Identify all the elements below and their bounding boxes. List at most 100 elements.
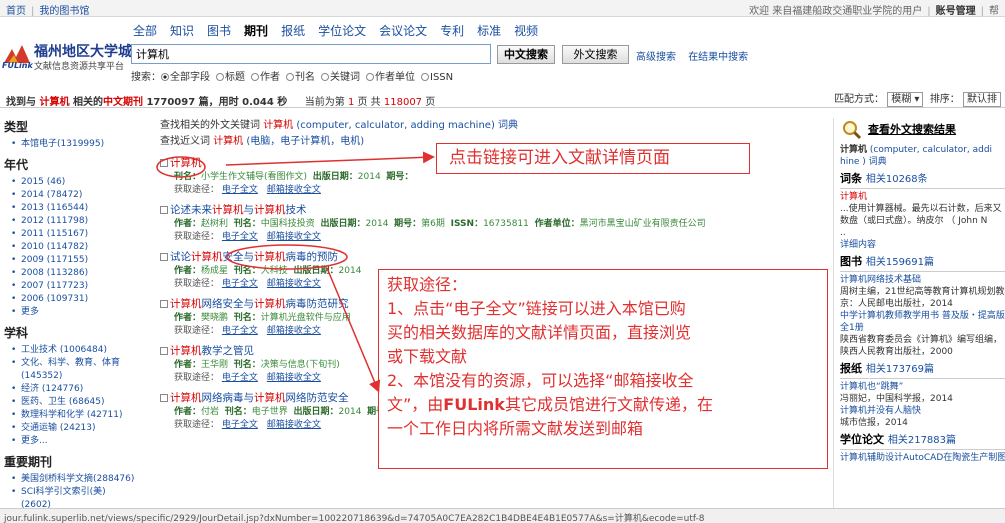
result-title[interactable]: 试论计算机安全与计算机病毒的预防: [160, 250, 820, 265]
match-select[interactable]: 模糊 ▾: [887, 91, 924, 107]
dict-link[interactable]: 词典: [498, 120, 518, 131]
radio-field-6[interactable]: ISSN: [421, 72, 453, 83]
fulltext-link[interactable]: 电子全文: [222, 185, 258, 195]
sort-controls: 匹配方式： 模糊 ▾ 排序： 默认排: [834, 90, 1001, 107]
fulltext-link[interactable]: 电子全文: [222, 326, 258, 336]
facet-subject-item-2[interactable]: 经济 (124776): [8, 383, 135, 396]
facet-year-item-3[interactable]: 2012 (111798): [8, 215, 135, 228]
foreign-result-header[interactable]: 查看外文搜索结果: [842, 120, 1005, 140]
site-logo[interactable]: 福州地区大学城 文献信息资源共享平台 FULink: [2, 40, 132, 72]
facet-core-item-0[interactable]: 美国剑桥科学文摘(288476): [8, 473, 135, 486]
account-link[interactable]: 账号管理: [936, 6, 976, 17]
facet-type-list: 本馆电子(1319995): [8, 138, 135, 151]
email-fulltext-link[interactable]: 邮箱接收全文: [267, 279, 321, 289]
my-library-link[interactable]: 我的图书馆: [39, 6, 89, 17]
channel-tab-9[interactable]: 视频: [514, 24, 538, 38]
right-panel: 查看外文搜索结果 计算机 (computer, calculator, addi…: [833, 118, 1005, 523]
advanced-search-link[interactable]: 高级搜索: [636, 52, 676, 63]
magnifier-icon: [843, 121, 862, 140]
welcome-text: 欢迎 来自福建船政交通职业学院的用户: [749, 6, 923, 17]
fulltext-link[interactable]: 电子全文: [222, 373, 258, 383]
facet-year-item-1[interactable]: 2014 (78472): [8, 189, 135, 202]
result-title[interactable]: 论述未来计算机与计算机技术: [160, 203, 820, 218]
search-input[interactable]: [131, 44, 491, 64]
email-fulltext-link[interactable]: 邮箱接收全文: [267, 420, 321, 430]
radio-field-3[interactable]: 刊名: [286, 68, 315, 83]
facet-subject-item-3[interactable]: 医药、卫生 (68645): [8, 396, 135, 409]
channel-tab-8[interactable]: 标准: [477, 24, 501, 38]
facet-type-item-0[interactable]: 本馆电子(1319995): [8, 138, 135, 151]
top-links: 首页 | 我的图书馆: [6, 6, 90, 17]
email-fulltext-link[interactable]: 邮箱接收全文: [267, 326, 321, 336]
search-links: 高级搜索 在结果中搜索: [636, 48, 757, 63]
facet-subject-item-4[interactable]: 数理科学和化学 (42711): [8, 409, 135, 422]
facet-year-item-2[interactable]: 2013 (116544): [8, 202, 135, 215]
radio-field-4[interactable]: 关键词: [321, 68, 360, 83]
email-fulltext-link[interactable]: 邮箱接收全文: [267, 232, 321, 242]
entry-section-title: 词条 相关10268条: [840, 172, 928, 186]
fulltext-link[interactable]: 电子全文: [222, 420, 258, 430]
result-summary: 找到与 计算机 相关的中文期刊 1770097 篇，用时 0.044 秒 当前为…: [6, 97, 436, 108]
radio-field-2[interactable]: 作者: [251, 68, 280, 83]
channel-tab-3[interactable]: 期刊: [244, 24, 268, 38]
result-access: 获取途径： 电子全文 邮箱接收全文: [174, 185, 321, 195]
facet-year-item-4[interactable]: 2011 (115167): [8, 228, 135, 241]
facet-subject-item-5[interactable]: 交通运输 (24213): [8, 422, 135, 435]
radio-field-1[interactable]: 标题: [216, 68, 245, 83]
channel-tab-7[interactable]: 专利: [440, 24, 464, 38]
facet-core-list: 美国剑桥科学文摘(288476)SCI科学引文索引(美)(2602): [8, 473, 135, 512]
facet-year-item-8[interactable]: 2007 (117723): [8, 280, 135, 293]
logo-subtitle: 文献信息资源共享平台: [34, 62, 125, 72]
email-fulltext-link[interactable]: 邮箱接收全文: [267, 185, 321, 195]
facet-year-item-0[interactable]: 2015 (46): [8, 176, 135, 189]
facet-subject-item-1[interactable]: 文化、科学、教育、体育 (145352): [8, 357, 135, 383]
facet-year-item-9[interactable]: 2006 (109731): [8, 293, 135, 306]
facet-year-list: 2015 (46)2014 (78472)2013 (116544)2012 (…: [8, 176, 135, 319]
facet-subject-item-6[interactable]: 更多...: [8, 435, 135, 448]
entry-detail-link[interactable]: 详细内容: [840, 239, 1005, 251]
result-checkbox[interactable]: [160, 394, 168, 402]
result-checkbox[interactable]: [160, 253, 168, 261]
result-item: 论述未来计算机与计算机技术 作者：赵树利 刊名：中国科技投资 出版日期：2014 …: [160, 203, 820, 244]
facet-type-title: 类型: [4, 120, 29, 134]
radio-field-5[interactable]: 作者单位: [366, 68, 415, 83]
browser-status-bar: jour.fulink.superlib.net/views/specific/…: [0, 508, 1005, 523]
search-within-link[interactable]: 在结果中搜索: [688, 52, 748, 63]
channel-tab-6[interactable]: 会议论文: [379, 24, 427, 38]
result-access: 获取途径： 电子全文 邮箱接收全文: [174, 232, 321, 242]
facet-subject-item-0[interactable]: 工业技术 (1006484): [8, 344, 135, 357]
fulltext-link[interactable]: 电子全文: [222, 232, 258, 242]
facet-year-title: 年代: [4, 158, 29, 172]
result-checkbox[interactable]: [160, 159, 168, 167]
annotation-detail-link: 点击链接可进入文献详情页面: [436, 143, 750, 174]
fulltext-link[interactable]: 电子全文: [222, 279, 258, 289]
result-checkbox[interactable]: [160, 300, 168, 308]
channel-tab-5[interactable]: 学位论文: [318, 24, 366, 38]
annotation-access-methods: 获取途径： 1、点击“电子全文”链接可以进入本馆已购 买的相关数据库的文献详情页…: [378, 269, 828, 469]
channel-tab-0[interactable]: 全部: [133, 24, 157, 38]
result-meta: 作者：赵树利 刊名：中国科技投资 出版日期：2014 期号：第6期 ISSN：1…: [174, 219, 706, 229]
foreign-search-button[interactable]: 外文搜索: [562, 45, 629, 64]
logo-brand: FULink: [2, 61, 33, 70]
email-fulltext-link[interactable]: 邮箱接收全文: [267, 373, 321, 383]
result-checkbox[interactable]: [160, 347, 168, 355]
home-link[interactable]: 首页: [6, 6, 26, 17]
channel-tab-2[interactable]: 图书: [207, 24, 231, 38]
radios-label: 搜索：: [131, 72, 161, 83]
result-checkbox[interactable]: [160, 206, 168, 214]
sort-select[interactable]: 默认排: [963, 91, 1001, 107]
search-field-radios: 搜索： 全部字段 标题 作者 刊名 关键词 作者单位 ISSN: [131, 68, 459, 83]
foreign-keywords: 查找相关的外文关键词 计算机 (computer, calculator, ad…: [160, 120, 519, 131]
facet-core-title: 重要期刊: [4, 455, 53, 469]
facet-year-item-7[interactable]: 2008 (113286): [8, 267, 135, 280]
facet-year-item-10[interactable]: 更多: [8, 306, 135, 319]
channel-tab-1[interactable]: 知识: [170, 24, 194, 38]
help-link[interactable]: 帮: [989, 6, 999, 17]
chinese-search-button[interactable]: 中文搜索: [497, 45, 555, 64]
channel-tabs: 全部 知识 图书 期刊 报纸 学位论文 会议论文 专利 标准 视频: [133, 22, 551, 39]
logo-title: 福州地区大学城: [34, 44, 132, 60]
facet-year-item-5[interactable]: 2010 (114782): [8, 241, 135, 254]
radio-field-0[interactable]: 全部字段: [161, 68, 210, 83]
channel-tab-4[interactable]: 报纸: [281, 24, 305, 38]
facet-year-item-6[interactable]: 2009 (117155): [8, 254, 135, 267]
